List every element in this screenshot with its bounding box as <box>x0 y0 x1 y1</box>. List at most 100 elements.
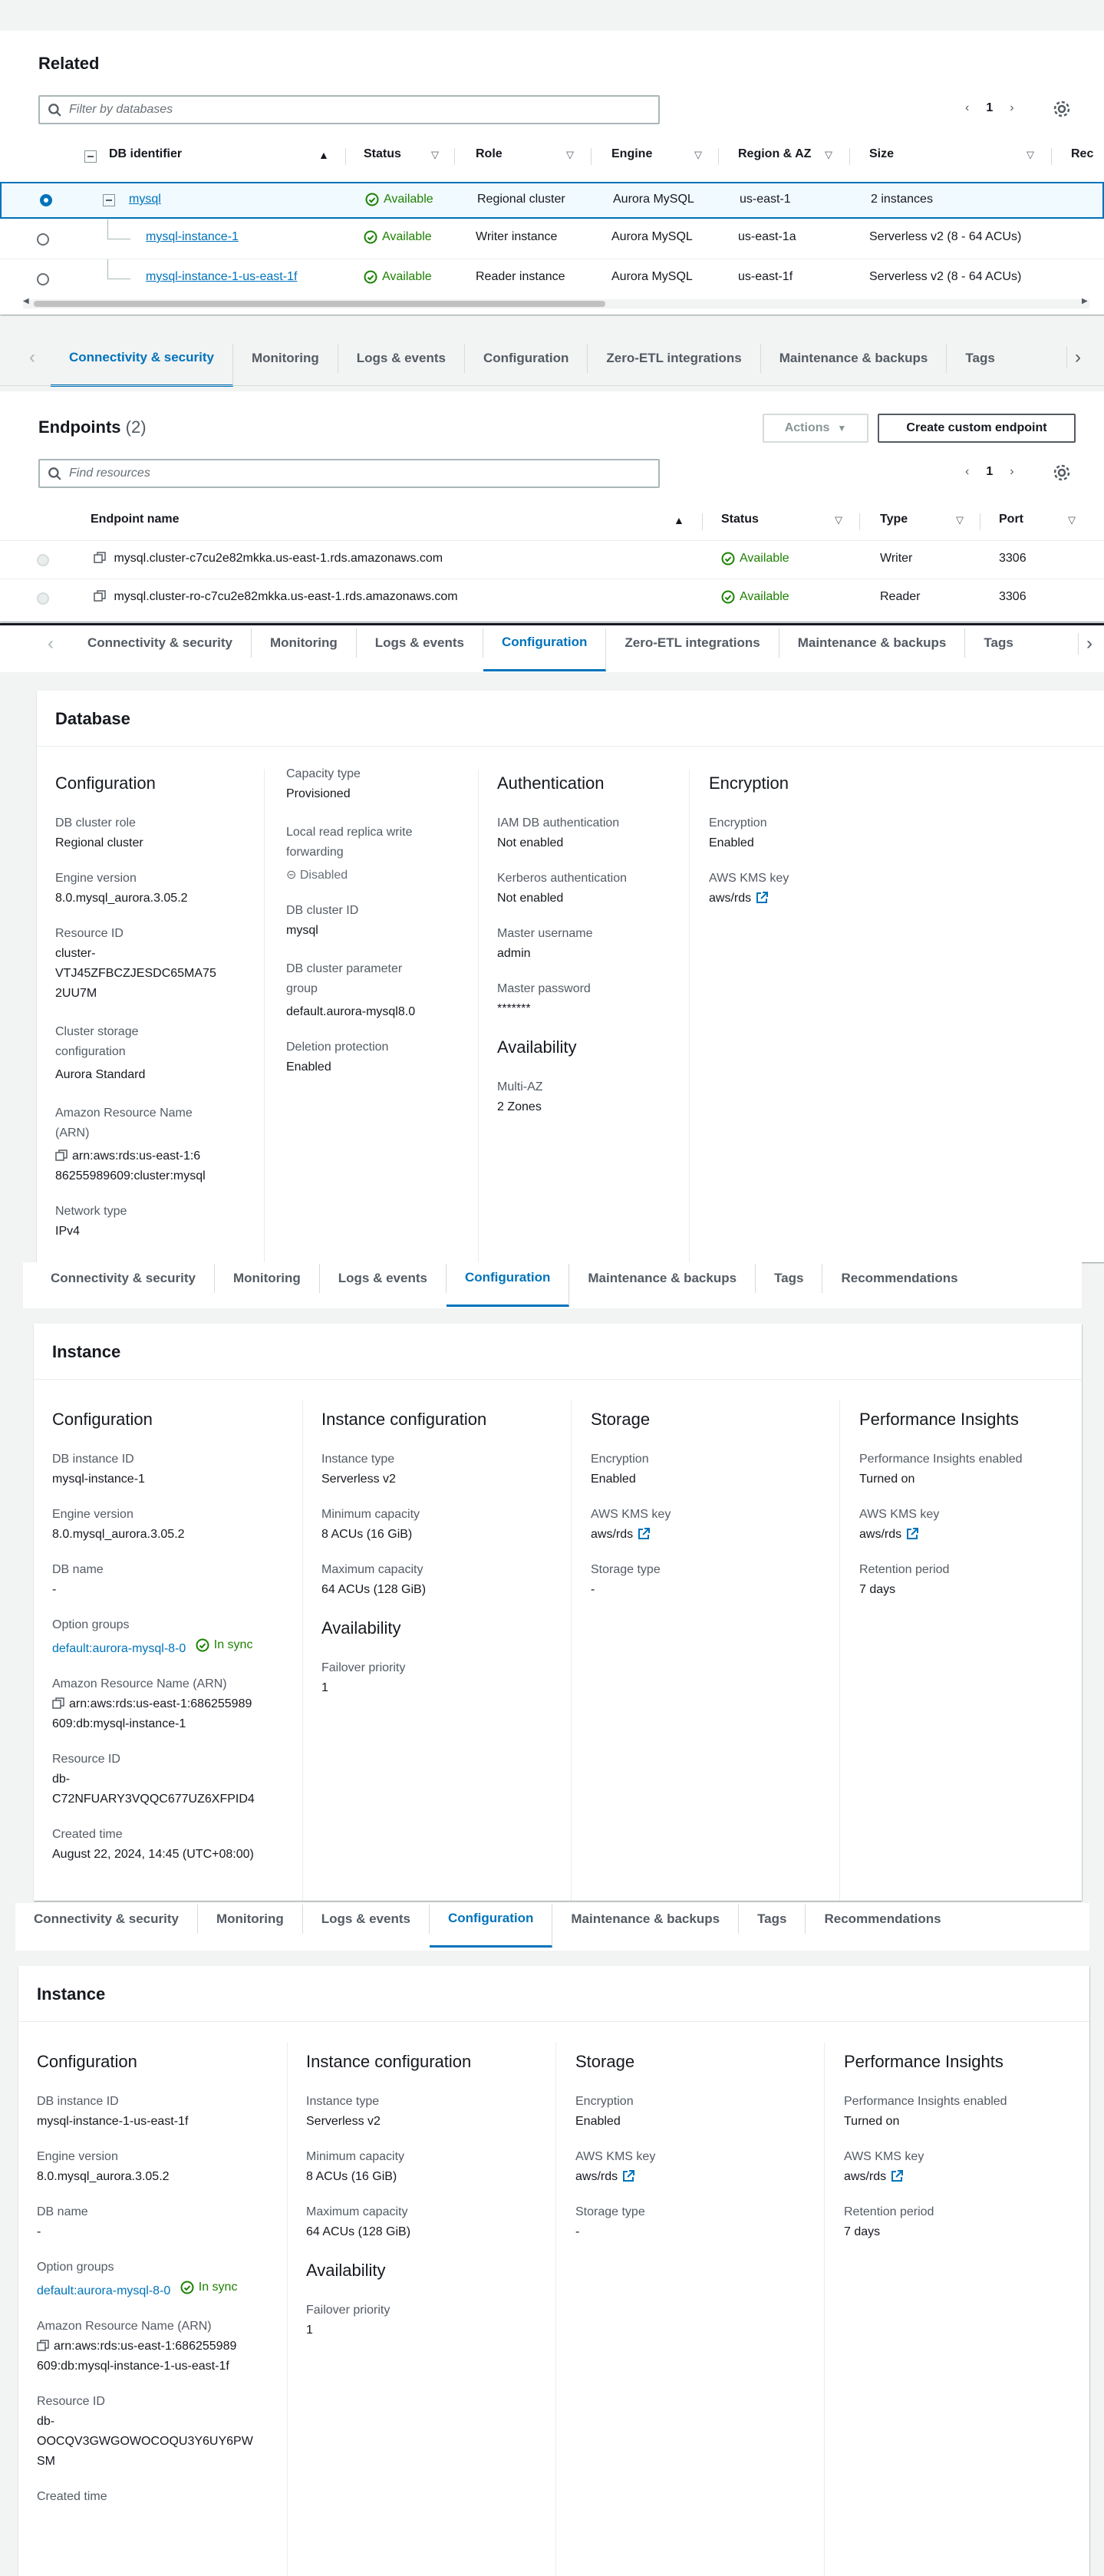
tab-logs-events[interactable]: Logs & events <box>303 1905 430 1934</box>
pi-kms-key-link[interactable]: aws/rds <box>859 1525 1082 1545</box>
col-endpoint-status[interactable]: Status <box>721 513 759 526</box>
table-row[interactable]: mysql.cluster-c7cu2e82mkka.us-east-1.rds… <box>0 540 1104 579</box>
create-custom-endpoint-button[interactable]: Create custom endpoint <box>878 414 1076 443</box>
sort-asc-icon[interactable]: ▲ <box>674 514 684 526</box>
filter-engine-icon[interactable]: ▽ <box>694 149 702 161</box>
tab-maintenance[interactable]: Maintenance & backups <box>569 1264 756 1293</box>
tab-tags[interactable]: Tags <box>756 1264 823 1293</box>
col-role[interactable]: Role <box>476 147 503 161</box>
col-endpoint-type[interactable]: Type <box>880 513 908 526</box>
filter-role-icon[interactable]: ▽ <box>566 149 574 161</box>
option-group-link[interactable]: default:aurora-mysql-8-0 <box>52 1642 186 1655</box>
prev-page-icon[interactable]: ‹ <box>965 465 969 479</box>
tab-monitoring[interactable]: Monitoring <box>198 1905 303 1934</box>
scroll-right-icon[interactable]: ▶ <box>1082 297 1088 305</box>
collapse-all-icon[interactable] <box>84 150 97 163</box>
copy-icon[interactable] <box>94 552 106 564</box>
row-radio[interactable] <box>37 233 49 246</box>
tab-recommendations[interactable]: Recommendations <box>806 1905 959 1934</box>
kms-key-link[interactable]: aws/rds <box>709 889 908 909</box>
param-group-link[interactable]: default.aurora-mysql8.0 <box>286 1002 470 1022</box>
find-resources-input[interactable]: Find resources <box>38 459 660 488</box>
tab-maintenance[interactable]: Maintenance & backups <box>761 344 947 373</box>
col-size[interactable]: Size <box>869 147 894 161</box>
next-page-icon[interactable]: › <box>1010 465 1013 479</box>
tab-logs-events[interactable]: Logs & events <box>338 344 465 373</box>
copy-icon[interactable] <box>52 1697 64 1710</box>
tab-tags[interactable]: Tags <box>739 1905 806 1934</box>
table-row[interactable]: mysql-instance-1-us-east-1f Available Re… <box>0 259 1104 297</box>
endpoint-name-text: mysql.cluster-c7cu2e82mkka.us-east-1.rds… <box>114 552 443 565</box>
scroll-left-icon[interactable]: ◀ <box>23 297 29 305</box>
sort-asc-icon[interactable]: ▲ <box>318 149 329 161</box>
prev-page-icon[interactable]: ‹ <box>965 101 969 115</box>
next-page-icon[interactable]: › <box>1010 101 1013 115</box>
tabs-scroll-right-icon[interactable]: › <box>1078 633 1092 655</box>
col-endpoint-name[interactable]: Endpoint name <box>91 513 180 526</box>
filter-status-icon[interactable]: ▽ <box>835 514 842 526</box>
tab-tags[interactable]: Tags <box>947 344 1013 373</box>
tab-monitoring[interactable]: Monitoring <box>252 628 357 658</box>
tab-connectivity[interactable]: Connectivity & security <box>51 344 233 387</box>
horizontal-scrollbar[interactable]: ◀ ▶ <box>23 297 1089 308</box>
filter-databases-input[interactable]: Filter by databases <box>38 95 660 124</box>
page-number[interactable]: 1 <box>986 101 993 115</box>
gear-icon[interactable] <box>1053 100 1071 118</box>
tab-zero-etl[interactable]: Zero-ETL integrations <box>606 628 779 658</box>
tab-configuration[interactable]: Configuration <box>429 1905 553 1948</box>
tabs-scroll-left-icon[interactable]: ‹ <box>48 633 54 655</box>
copy-icon[interactable] <box>37 2340 49 2352</box>
scrollbar-thumb[interactable] <box>34 301 605 307</box>
pi-kms-key-link[interactable]: aws/rds <box>844 2167 1074 2187</box>
tab-monitoring[interactable]: Monitoring <box>233 344 338 373</box>
tab-recommendations[interactable]: Recommendations <box>822 1264 976 1293</box>
tabs-scroll-left-icon[interactable]: ‹ <box>29 347 35 368</box>
db-identifier-link[interactable]: mysql-instance-1-us-east-1f <box>146 270 297 284</box>
tab-connectivity[interactable]: Connectivity & security <box>15 1905 198 1934</box>
tab-configuration[interactable]: Configuration <box>483 628 607 671</box>
filter-status-icon[interactable]: ▽ <box>431 149 439 161</box>
kms-key-link[interactable]: aws/rds <box>591 1525 836 1545</box>
row-radio[interactable] <box>37 554 49 566</box>
tab-maintenance[interactable]: Maintenance & backups <box>552 1905 740 1934</box>
tab-tags[interactable]: Tags <box>965 628 1031 658</box>
tab-connectivity[interactable]: Connectivity & security <box>32 1264 215 1293</box>
actions-button[interactable]: Actions ▼ <box>763 414 868 443</box>
tab-maintenance[interactable]: Maintenance & backups <box>779 628 966 658</box>
tab-connectivity[interactable]: Connectivity & security <box>69 628 252 658</box>
tab-logs-events[interactable]: Logs & events <box>320 1264 447 1293</box>
label-line: Cluster storage <box>55 1025 139 1038</box>
tab-monitoring[interactable]: Monitoring <box>215 1264 320 1293</box>
collapse-row-icon[interactable] <box>103 194 115 206</box>
table-row[interactable]: mysql-instance-1 Available Writer instan… <box>0 219 1104 259</box>
page-number[interactable]: 1 <box>986 465 993 479</box>
filter-type-icon[interactable]: ▽ <box>956 514 964 526</box>
option-group-link[interactable]: default:aurora-mysql-8-0 <box>37 2284 170 2297</box>
col-status[interactable]: Status <box>364 147 401 161</box>
copy-icon[interactable] <box>55 1149 68 1162</box>
filter-size-icon[interactable]: ▽ <box>1027 149 1034 161</box>
db-identifier-link[interactable]: mysql <box>129 193 161 206</box>
deletion-protection-label: Deletion protection <box>286 1041 389 1054</box>
row-radio[interactable] <box>40 194 52 206</box>
col-engine[interactable]: Engine <box>611 147 652 161</box>
col-region[interactable]: Region & AZ <box>738 147 811 161</box>
col-port[interactable]: Port <box>999 513 1023 526</box>
gear-icon[interactable] <box>1053 463 1071 482</box>
db-identifier-link[interactable]: mysql-instance-1 <box>146 230 239 244</box>
filter-port-icon[interactable]: ▽ <box>1068 514 1076 526</box>
table-row[interactable]: mysql Available Regional cluster Aurora … <box>0 182 1104 219</box>
col-db-identifier[interactable]: DB identifier <box>109 147 182 161</box>
tab-configuration[interactable]: Configuration <box>465 344 588 373</box>
tabs-scroll-right-icon[interactable]: › <box>1066 347 1081 368</box>
tab-configuration[interactable]: Configuration <box>446 1264 570 1307</box>
tab-zero-etl[interactable]: Zero-ETL integrations <box>588 344 761 373</box>
table-row[interactable]: mysql.cluster-ro-c7cu2e82mkka.us-east-1.… <box>0 579 1104 617</box>
row-radio[interactable] <box>37 592 49 605</box>
filter-region-icon[interactable]: ▽ <box>825 149 832 161</box>
col-rec[interactable]: Rec <box>1071 147 1093 161</box>
row-radio[interactable] <box>37 273 49 285</box>
tab-logs-events[interactable]: Logs & events <box>357 628 483 658</box>
kms-key-link[interactable]: aws/rds <box>575 2167 821 2187</box>
copy-icon[interactable] <box>94 590 106 602</box>
